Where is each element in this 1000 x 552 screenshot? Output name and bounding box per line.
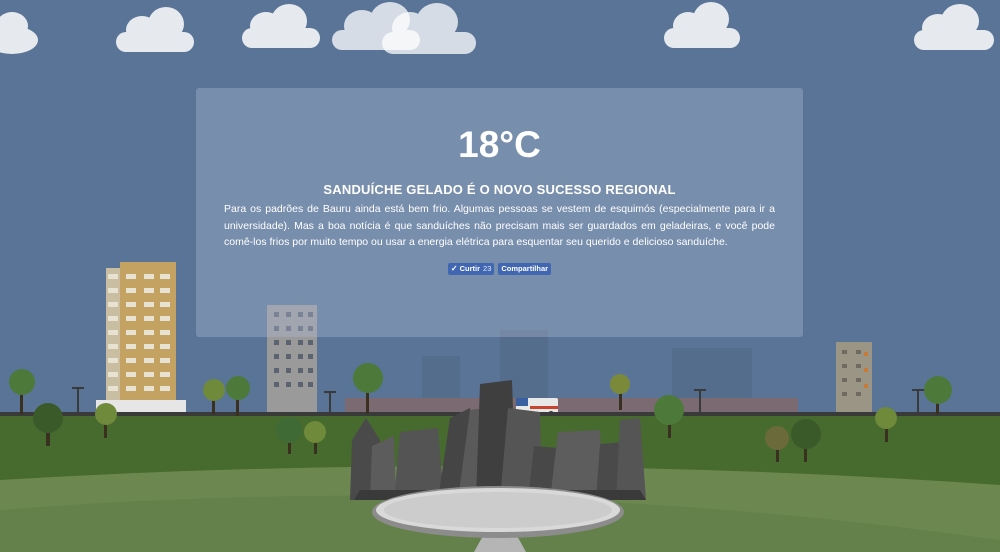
- long-low-building: [345, 398, 798, 414]
- tall-apartment-building: [96, 262, 186, 414]
- like-count: 23: [483, 264, 492, 273]
- news-headline: SANDUÍCHE GELADO É O NOVO SUCESSO REGION…: [323, 182, 676, 197]
- checkmark-icon: ✓: [450, 264, 458, 273]
- right-building: [836, 342, 872, 414]
- like-button[interactable]: ✓ Curtir 23: [447, 262, 495, 275]
- weather-news-card: 18°C SANDUÍCHE GELADO É O NOVO SUCESSO R…: [196, 88, 803, 337]
- like-label: Curtir: [459, 264, 481, 273]
- news-body: Para os padrões de Bauru ainda está bem …: [224, 203, 775, 248]
- temperature-display: 18°C: [458, 124, 541, 165]
- social-buttons: ✓ Curtir 23 Compartilhar: [196, 262, 803, 275]
- share-button[interactable]: Compartilhar: [498, 262, 552, 275]
- share-label: Compartilhar: [501, 264, 549, 273]
